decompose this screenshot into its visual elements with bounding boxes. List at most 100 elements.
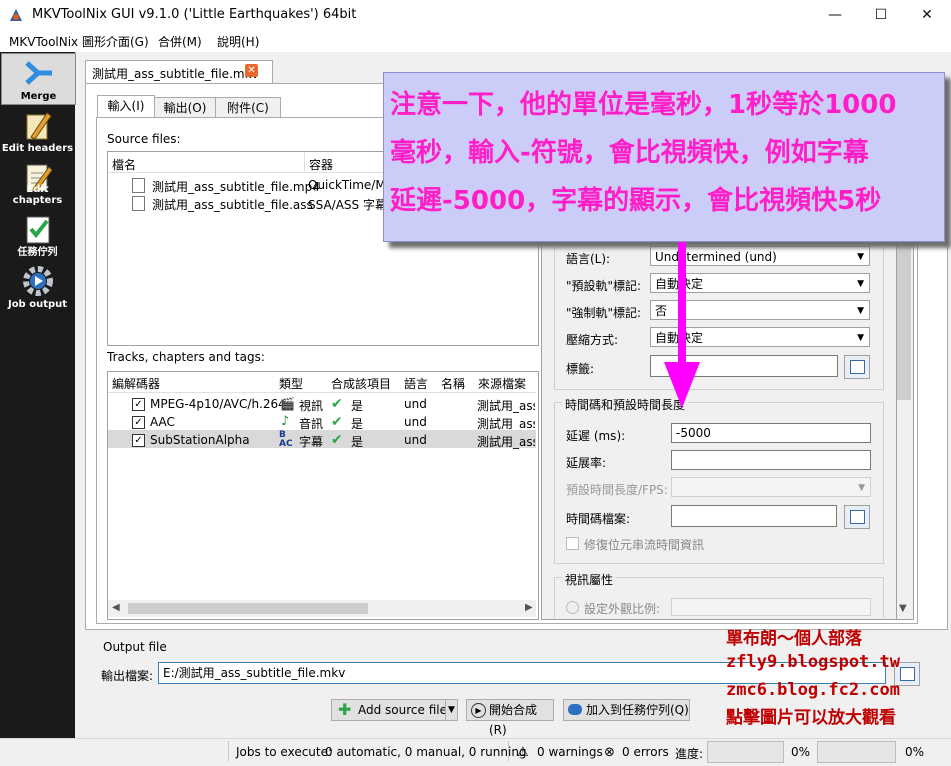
track-header-name[interactable]: 名稱 xyxy=(441,375,465,392)
file-tab-close-icon[interactable]: ✕ xyxy=(245,64,258,77)
chevron-down-icon: ▼ xyxy=(448,705,455,715)
delay-input[interactable]: -5000 xyxy=(671,423,871,443)
track-checkbox[interactable]: ✓ xyxy=(132,416,145,429)
track-type: 視訊 xyxy=(299,399,324,413)
check-icon: ✔ xyxy=(331,396,343,412)
aspect-select[interactable] xyxy=(671,598,871,616)
chevron-down-icon: ▼ xyxy=(857,252,864,262)
scroll-left-icon[interactable]: ◀ xyxy=(112,602,120,613)
blog-text: zfly9.blogspot.tw xyxy=(726,652,900,672)
add-source-files-button[interactable]: ✚ Add source files xyxy=(331,699,457,721)
subtitle-icon: B AC xyxy=(279,430,293,449)
jobs-label: Jobs to execute: xyxy=(236,745,333,759)
video-group-title: 視訊屬性 xyxy=(562,571,617,588)
plus-icon: ✚ xyxy=(338,700,352,719)
menu-help[interactable]: 說明(H) xyxy=(217,33,259,50)
track-header-language[interactable]: 語言 xyxy=(404,375,428,392)
add-source-dropdown-button[interactable]: ▼ xyxy=(445,699,458,721)
source-file-container: QuickTime/MI xyxy=(308,178,384,192)
chevron-down-icon: ▼ xyxy=(858,483,865,493)
source-file-name[interactable]: 測試用_ass_subtitle_file.mp4 xyxy=(152,178,320,195)
source-file-name[interactable]: 測試用_ass_subtitle_file.ass xyxy=(152,196,313,213)
play-icon: ▶ xyxy=(471,703,486,718)
close-window-button[interactable]: ✕ xyxy=(904,0,950,30)
sidebar-item-job-queue[interactable]: 任務佇列 xyxy=(1,210,74,260)
compression-label: 壓縮方式: xyxy=(566,333,619,347)
pencil-icon xyxy=(26,112,52,140)
source-file-container: SSA/ASS 字幕 xyxy=(308,198,384,212)
video-icon: 🎬 xyxy=(280,397,295,411)
menu-gui[interactable]: MKVToolNix 圖形介面(G) xyxy=(9,33,149,50)
callout-line: 毫秒，輸入-符號，會比視頻快，例如字幕 xyxy=(390,138,869,168)
tab-output[interactable]: 輸出(O) xyxy=(154,97,216,118)
gear-icon xyxy=(23,266,53,296)
tags-label: 標籤: xyxy=(566,362,595,376)
stretch-input[interactable] xyxy=(671,450,871,470)
track-codec[interactable]: AAC xyxy=(150,415,175,429)
maximize-button[interactable]: ☐ xyxy=(858,0,904,30)
sidebar-label: Edit headers xyxy=(1,143,74,154)
default-duration-select[interactable]: ▼ xyxy=(671,477,871,497)
warnings-count[interactable]: 0 warnings xyxy=(537,745,603,759)
arrow-annotation-icon xyxy=(664,242,700,408)
check-icon: ✔ xyxy=(331,432,343,448)
track-checkbox[interactable]: ✓ xyxy=(132,434,145,447)
browse-icon xyxy=(850,510,865,524)
track-codec[interactable]: MPEG-4p10/AVC/h.264 xyxy=(150,397,286,411)
track-header-type[interactable]: 類型 xyxy=(279,375,303,392)
tab-attachments[interactable]: 附件(C) xyxy=(215,97,281,118)
start-mux-label: 開始合成(R) xyxy=(489,703,538,737)
track-header-mux[interactable]: 合成該項目 xyxy=(331,375,391,392)
errors-count[interactable]: 0 errors xyxy=(622,745,669,759)
chevron-down-icon: ▼ xyxy=(857,279,864,289)
column-divider xyxy=(304,152,305,172)
forced-track-label: "強制軌"標記: xyxy=(566,306,642,320)
sidebar-item-merge[interactable]: Merge xyxy=(1,53,76,105)
tags-browse-button[interactable] xyxy=(844,355,870,379)
queue-icon xyxy=(568,704,582,715)
blog-text: 單布朗～個人部落 xyxy=(726,629,862,649)
add-to-queue-button[interactable]: 加入到任務佇列(Q) xyxy=(563,699,690,721)
merge-icon xyxy=(25,61,52,85)
aspect-radio[interactable] xyxy=(566,601,579,614)
track-header-source[interactable]: 來源檔案 xyxy=(478,375,526,392)
track-codec[interactable]: SubStationAlpha xyxy=(150,433,250,447)
add-queue-label: 加入到任務佇列(Q) xyxy=(586,703,689,717)
menu-merge[interactable]: 合併(M) xyxy=(158,33,202,50)
scroll-right-icon[interactable]: ▶ xyxy=(525,602,533,613)
track-checkbox[interactable]: ✓ xyxy=(132,398,145,411)
audio-icon: ♪ xyxy=(281,414,290,429)
default-track-label: "預設軌"標記: xyxy=(566,279,642,293)
source-header-container[interactable]: 容器 xyxy=(309,156,333,173)
scroll-down-icon[interactable]: ▼ xyxy=(899,603,907,614)
sidebar-item-edit-chapters[interactable]: Edit chapters xyxy=(1,158,74,208)
minimize-button[interactable]: — xyxy=(812,0,858,30)
scrollbar-thumb[interactable] xyxy=(128,603,368,614)
error-icon: ⊗ xyxy=(604,745,615,760)
file-tab-label: 測試用_ass_subtitle_file.mkv xyxy=(92,67,259,81)
language-label: 語言(L): xyxy=(566,252,611,266)
sidebar-item-job-output[interactable]: Job output xyxy=(1,262,74,312)
start-muxing-button[interactable]: ▶ 開始合成(R) xyxy=(466,699,554,737)
fix-bitstream-checkbox[interactable] xyxy=(566,537,579,550)
tab-input[interactable]: 輸入(I) xyxy=(97,95,155,118)
track-source: 測試用_ass xyxy=(477,435,535,449)
source-files-title: Source files: xyxy=(107,132,181,146)
track-type: 字幕 xyxy=(299,435,324,449)
current-progress-value: 0% xyxy=(791,745,811,759)
delay-label: 延遲 (ms): xyxy=(566,429,626,443)
track-header-codec[interactable]: 編解碼器 xyxy=(112,375,160,392)
scrollbar-thumb[interactable] xyxy=(897,240,911,400)
source-header-name[interactable]: 檔名 xyxy=(112,156,136,173)
timecode-file-input[interactable] xyxy=(671,505,837,527)
browse-icon xyxy=(850,360,865,374)
sidebar-item-edit-headers[interactable]: Edit headers xyxy=(1,106,74,156)
fix-bitstream-label: 修復位元串流時間資訊 xyxy=(584,538,705,552)
output-file-title: Output file xyxy=(103,640,167,654)
aspect-label: 設定外觀比例: xyxy=(584,602,661,616)
sidebar-label: Edit chapters xyxy=(12,184,63,206)
check-icon: ✔ xyxy=(331,414,343,430)
track-language: und xyxy=(404,397,427,411)
timecode-browse-button[interactable] xyxy=(844,505,870,529)
track-language: und xyxy=(404,433,427,447)
